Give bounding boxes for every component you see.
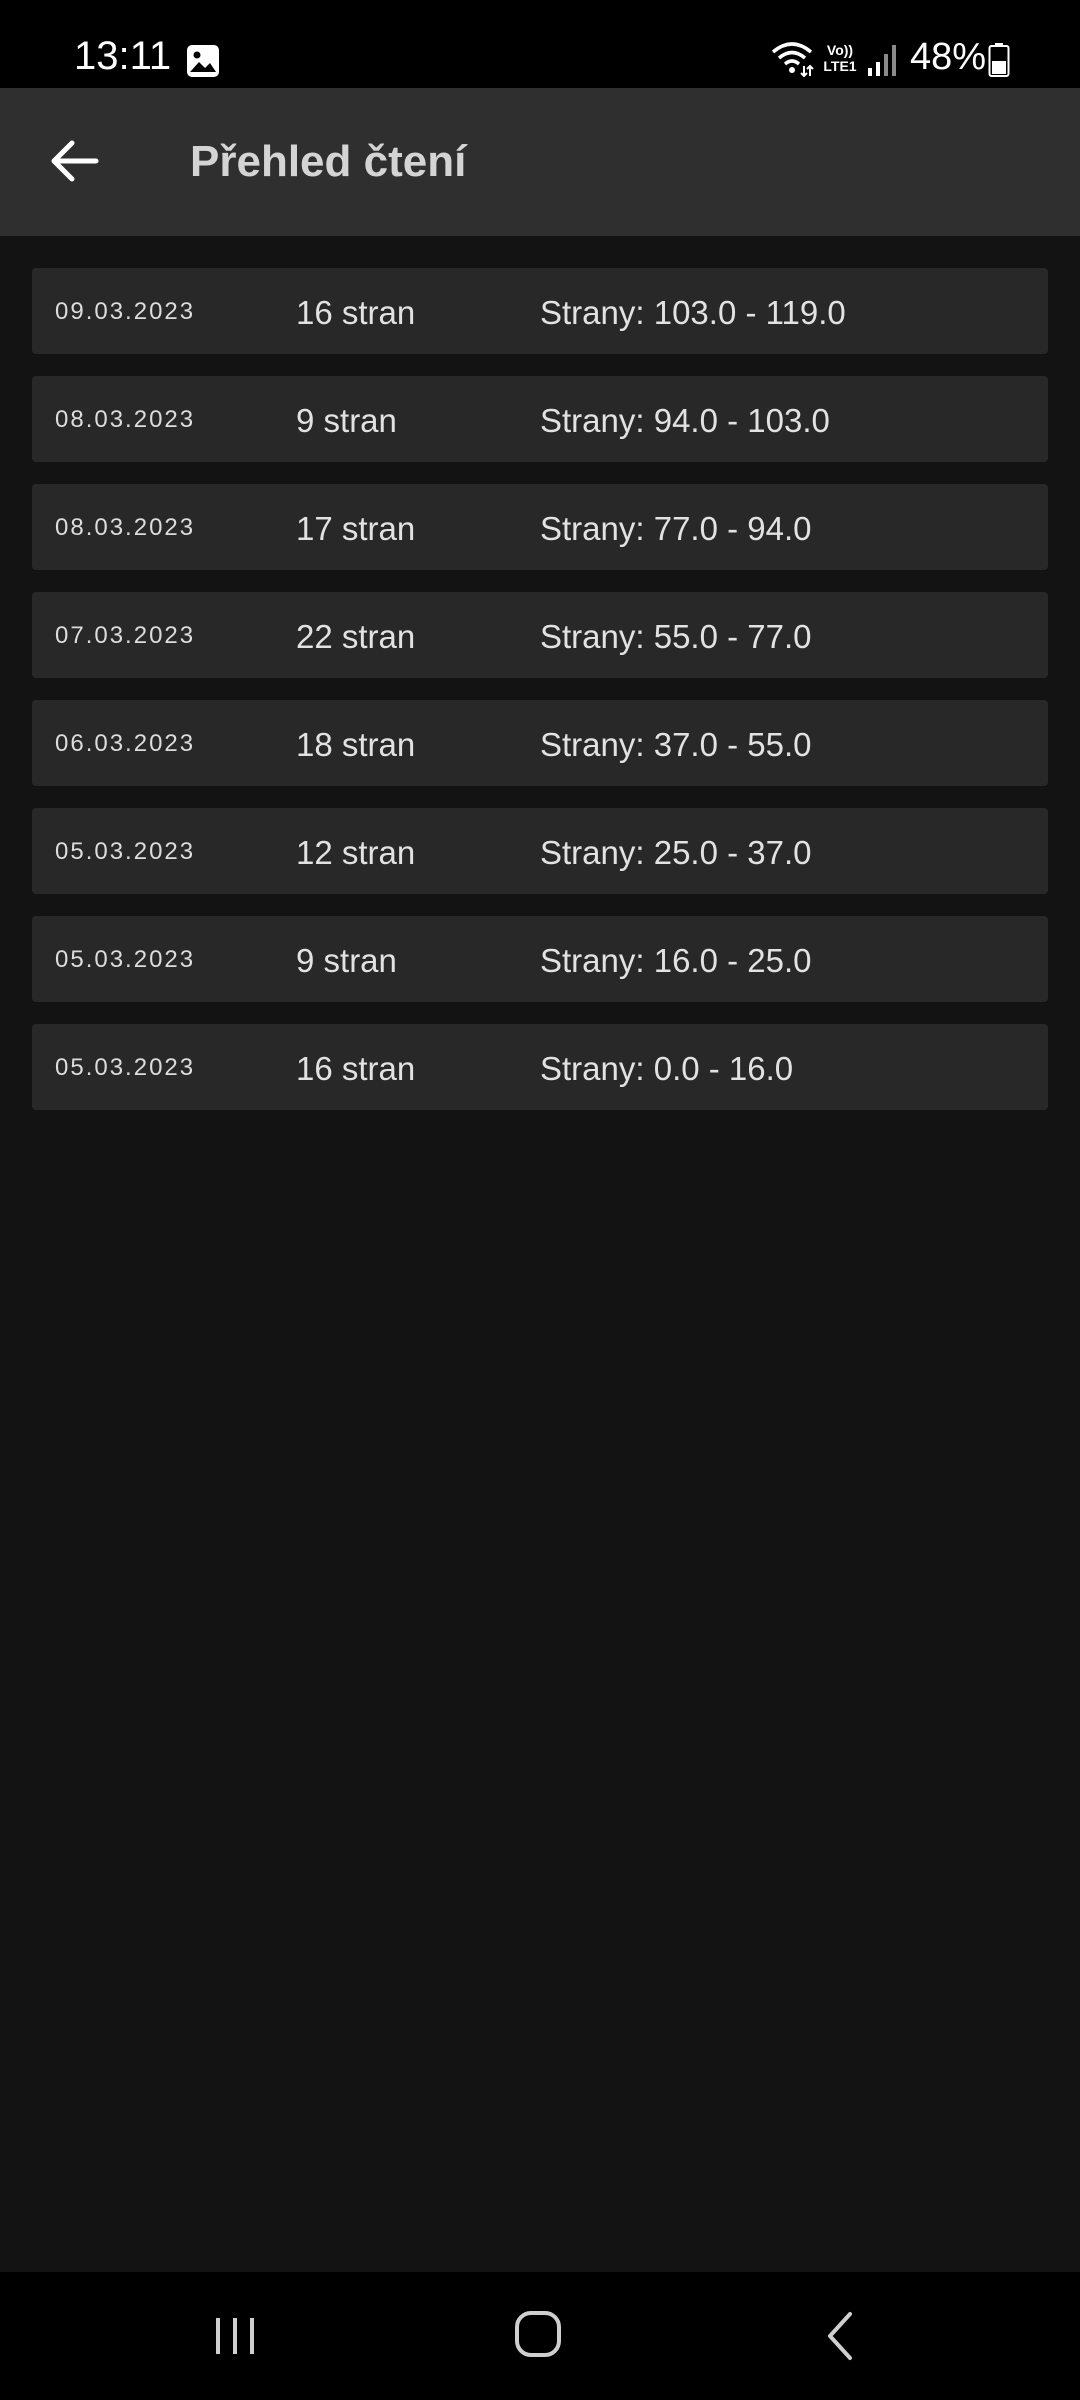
entry-date: 05.03.2023 bbox=[55, 838, 196, 865]
entry-page-range: Strany: 16.0 - 25.0 bbox=[540, 942, 812, 979]
volte-icon: Vo)) LTE1 bbox=[818, 42, 862, 78]
entry-page-count: 22 stran bbox=[296, 618, 416, 655]
entry-page-range: Strany: 77.0 - 94.0 bbox=[540, 510, 812, 547]
gallery-icon bbox=[187, 45, 219, 77]
entry-page-count: 18 stran bbox=[296, 726, 416, 763]
recents-icon[interactable] bbox=[210, 2312, 260, 2360]
entry-date: 08.03.2023 bbox=[55, 514, 196, 541]
wifi-icon bbox=[771, 42, 814, 78]
entry-page-range: Strany: 103.0 - 119.0 bbox=[540, 294, 846, 331]
entry-page-count: 17 stran bbox=[296, 510, 416, 547]
reading-log-list: 09.03.2023 16 stran Strany: 103.0 - 119.… bbox=[32, 268, 1048, 1132]
battery-icon bbox=[988, 43, 1010, 77]
battery-percentage: 48% bbox=[910, 36, 987, 78]
page-title: Přehled čtení bbox=[190, 137, 467, 186]
list-item[interactable]: 08.03.2023 9 stran Strany: 94.0 - 103.0 bbox=[32, 376, 1048, 462]
entry-date: 09.03.2023 bbox=[55, 298, 196, 325]
status-bar: 13:11 Vo)) LTE1 48% bbox=[0, 0, 1080, 88]
entry-date: 07.03.2023 bbox=[55, 622, 196, 649]
entry-page-count: 9 stran bbox=[296, 402, 397, 439]
list-item[interactable]: 07.03.2023 22 stran Strany: 55.0 - 77.0 bbox=[32, 592, 1048, 678]
entry-page-count: 16 stran bbox=[296, 1050, 416, 1087]
list-item[interactable]: 05.03.2023 16 stran Strany: 0.0 - 16.0 bbox=[32, 1024, 1048, 1110]
entry-date: 05.03.2023 bbox=[55, 1054, 196, 1081]
list-item[interactable]: 09.03.2023 16 stran Strany: 103.0 - 119.… bbox=[32, 268, 1048, 354]
system-nav-bar bbox=[0, 2272, 1080, 2400]
list-item[interactable]: 05.03.2023 12 stran Strany: 25.0 - 37.0 bbox=[32, 808, 1048, 894]
list-item[interactable]: 06.03.2023 18 stran Strany: 37.0 - 55.0 bbox=[32, 700, 1048, 786]
back-arrow-icon[interactable] bbox=[46, 132, 104, 190]
entry-page-range: Strany: 55.0 - 77.0 bbox=[540, 618, 812, 655]
list-item[interactable]: 05.03.2023 9 stran Strany: 16.0 - 25.0 bbox=[32, 916, 1048, 1002]
entry-date: 05.03.2023 bbox=[55, 946, 196, 973]
entry-page-range: Strany: 37.0 - 55.0 bbox=[540, 726, 812, 763]
entry-page-count: 16 stran bbox=[296, 294, 416, 331]
status-time: 13:11 bbox=[74, 34, 172, 78]
entry-date: 06.03.2023 bbox=[55, 730, 196, 757]
entry-page-range: Strany: 94.0 - 103.0 bbox=[540, 402, 830, 439]
list-item[interactable]: 08.03.2023 17 stran Strany: 77.0 - 94.0 bbox=[32, 484, 1048, 570]
back-icon[interactable] bbox=[820, 2310, 860, 2362]
entry-page-range: Strany: 0.0 - 16.0 bbox=[540, 1050, 794, 1087]
app-bar: Přehled čtení bbox=[0, 88, 1080, 236]
entry-date: 08.03.2023 bbox=[55, 406, 196, 433]
lte-label: LTE1 bbox=[823, 58, 857, 74]
volte-label: Vo)) bbox=[826, 42, 854, 58]
entry-page-count: 9 stran bbox=[296, 942, 397, 979]
entry-page-range: Strany: 25.0 - 37.0 bbox=[540, 834, 812, 871]
home-icon[interactable] bbox=[512, 2308, 564, 2360]
signal-icon bbox=[868, 45, 896, 76]
entry-page-count: 12 stran bbox=[296, 834, 416, 871]
